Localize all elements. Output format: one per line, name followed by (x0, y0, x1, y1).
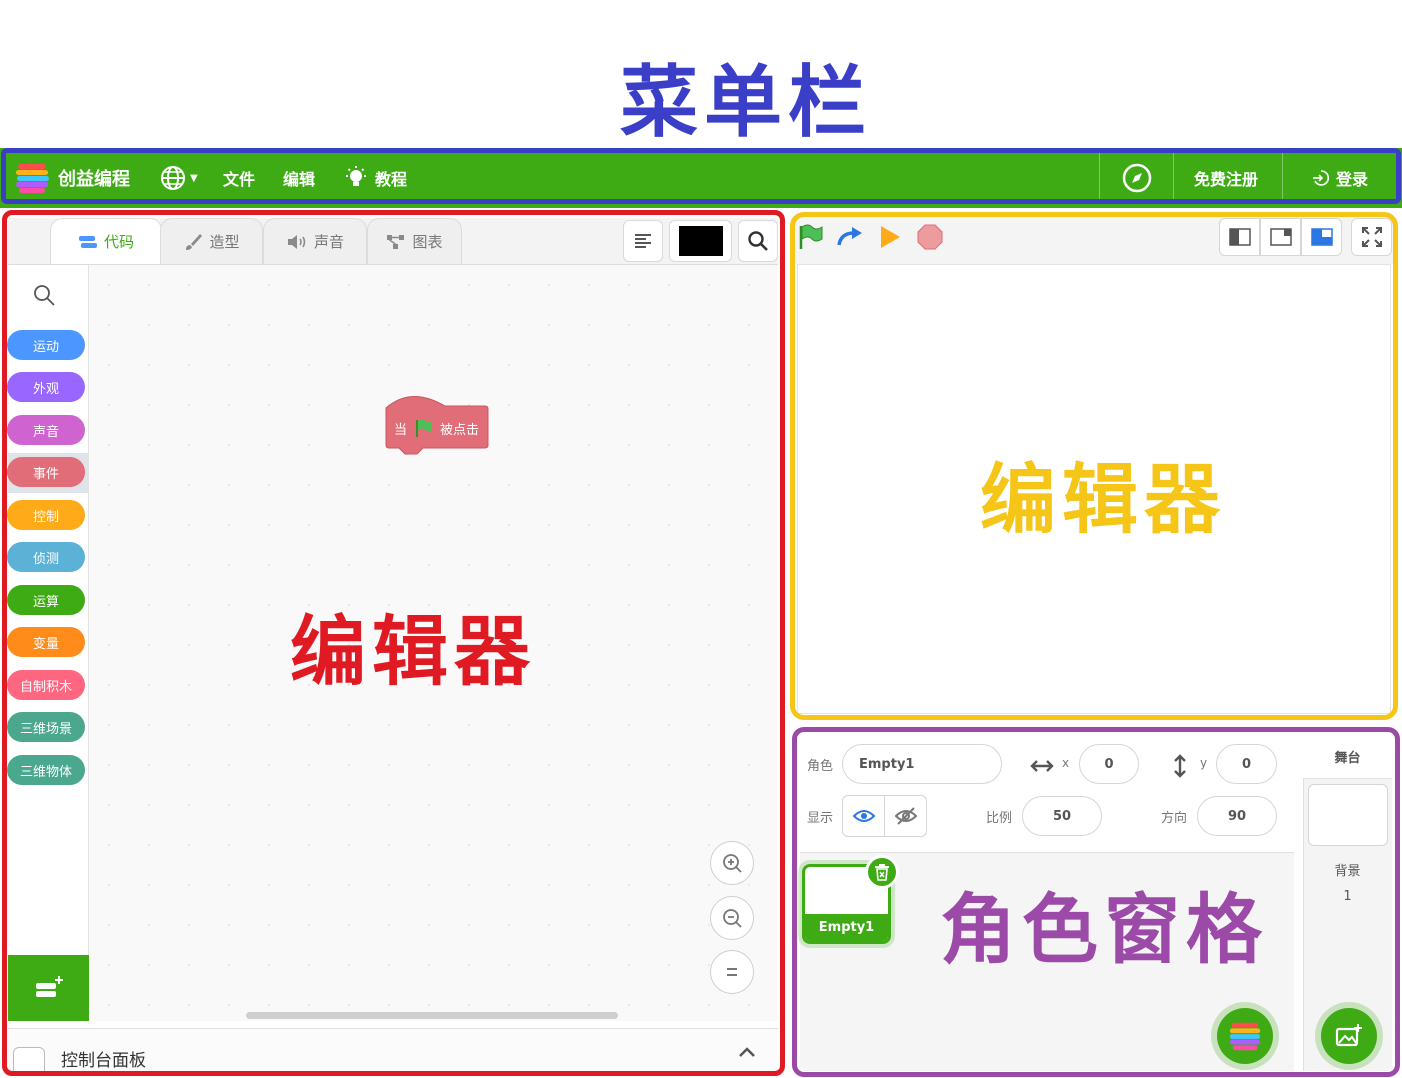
menubar-highlight-frame (1, 148, 1401, 204)
menubar-annotation: 菜单栏 (620, 58, 873, 148)
app-root: 菜单栏 创益编程 ▼ 文件 编辑 教程 免费注册 登录 代码 造型 声音 图表 … (0, 0, 1402, 1078)
code-editor-annotation: 编辑器 (290, 607, 536, 696)
sprite-pane-annotation: 角色窗格 (940, 885, 1268, 974)
stage-annotation: 编辑器 (980, 455, 1226, 544)
